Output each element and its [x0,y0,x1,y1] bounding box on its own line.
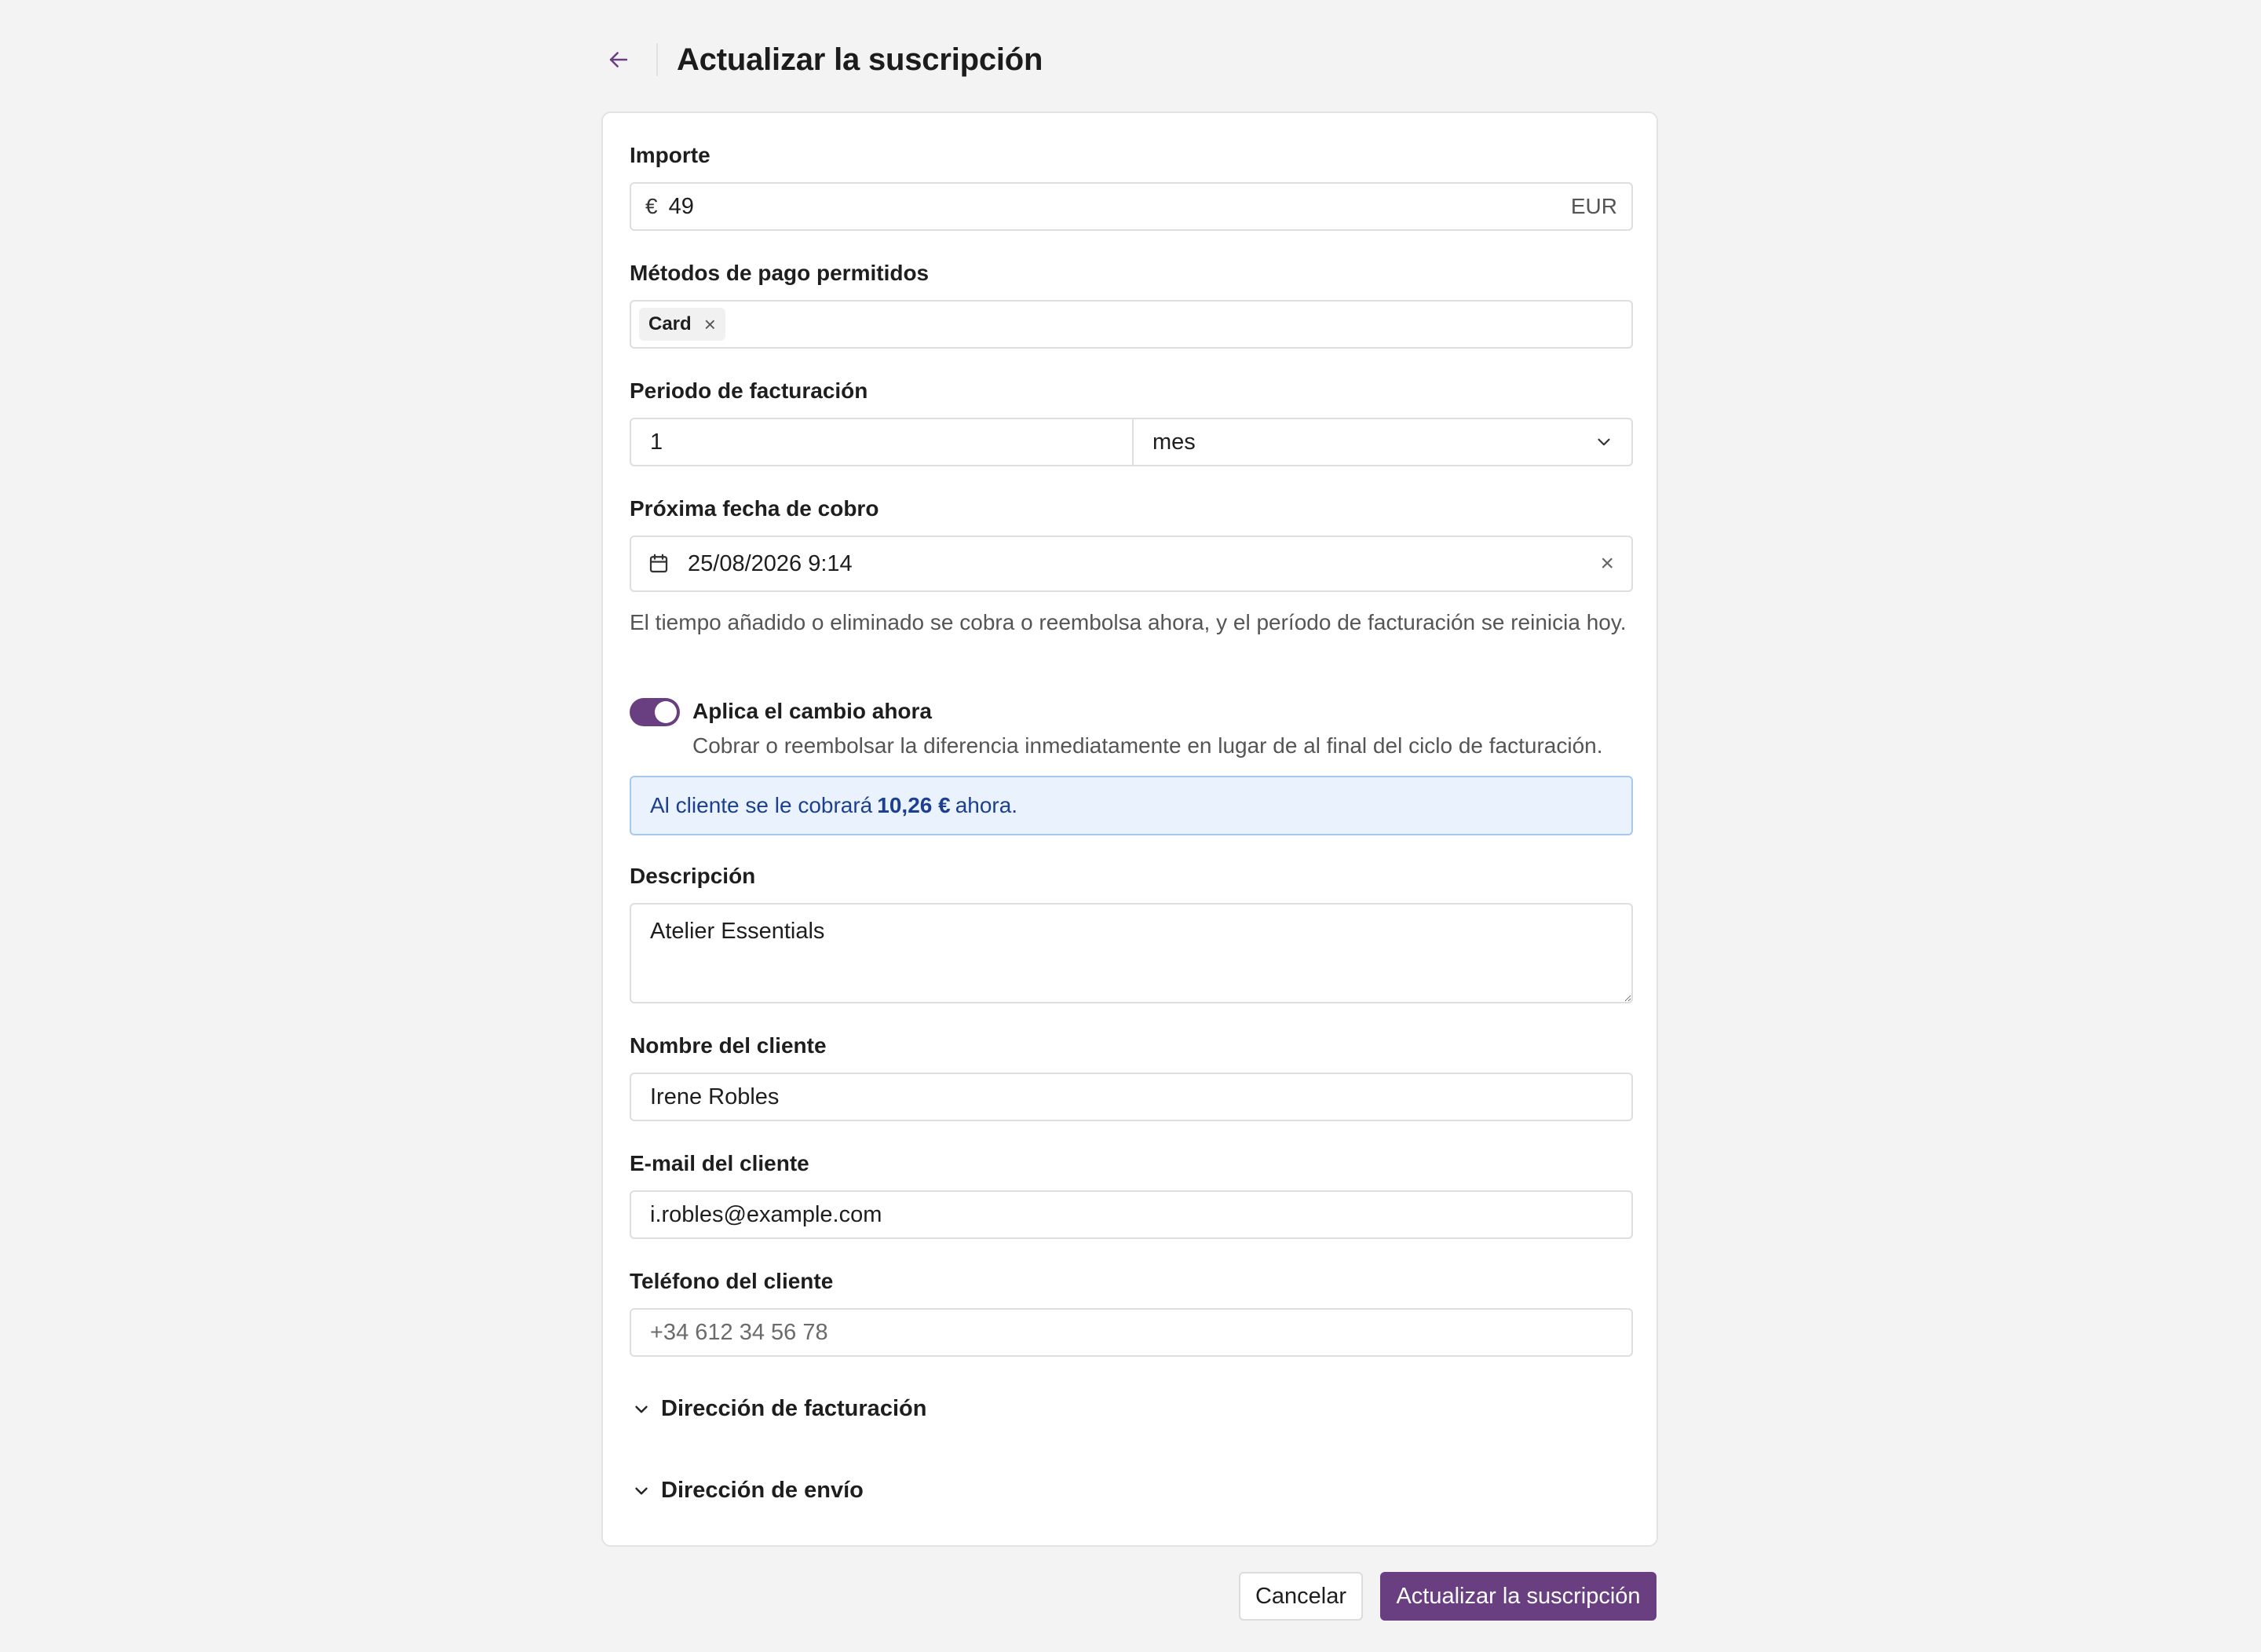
back-button[interactable] [603,44,634,75]
customer-name-input[interactable] [631,1074,1631,1120]
billing-period-unit: mes [1152,429,1196,455]
shipping-address-label: Dirección de envío [661,1478,864,1503]
customer-phone-input[interactable] [631,1310,1631,1355]
description-label: Descripción [630,864,756,888]
customer-phone-field [630,1308,1633,1357]
description-textarea[interactable]: Atelier Essentials [630,903,1633,1003]
customer-email-field [630,1190,1633,1239]
billing-reset-help-text: El tiempo añadido o eliminado se cobra o… [630,610,1627,634]
chip-label: Card [648,313,692,334]
subscription-form-card: Importe € 49 EUR Métodos de pago permiti… [601,111,1658,1547]
payment-method-chip: Card × [639,308,725,341]
chevron-down-icon [635,1405,648,1413]
customer-name-label: Nombre del cliente [630,1033,827,1058]
shipping-address-toggle[interactable]: Dirección de envío [631,1478,864,1504]
billing-period-unit-select[interactable]: mes [1134,419,1631,465]
payment-methods-field[interactable]: Card × [630,300,1633,349]
currency-code: EUR [1570,194,1617,218]
chip-remove-icon[interactable]: × [704,312,716,337]
update-subscription-button[interactable]: Actualizar la suscripción [1380,1572,1656,1621]
payment-methods-label: Métodos de pago permitidos [630,261,930,285]
billing-address-toggle[interactable]: Dirección de facturación [631,1396,926,1422]
page-title: Actualizar la suscripción [677,42,1043,77]
amount-label: Importe [630,143,710,167]
notice-suffix: ahora. [955,793,1018,817]
amount-value[interactable]: 49 [669,194,1571,220]
amount-field[interactable]: € 49 EUR [630,182,1633,231]
billing-period-label: Periodo de facturación [630,378,868,403]
customer-phone-label: Teléfono del cliente [630,1269,834,1293]
charge-notice: Al cliente se le cobrará 10,26 € ahora. [630,776,1633,835]
page-header: Actualizar la suscripción [601,35,1043,85]
calendar-icon [649,554,668,573]
apply-now-toggle[interactable] [630,698,680,726]
chevron-down-icon [635,1487,648,1494]
next-charge-date-value: 25/08/2026 9:14 [688,550,853,576]
billing-period-count-input[interactable]: 1 [631,419,1134,465]
billing-address-label: Dirección de facturación [661,1396,927,1421]
apply-now-label: Aplica el cambio ahora [692,699,932,723]
arrow-left-icon [609,52,628,68]
notice-amount: 10,26 € [877,793,951,817]
billing-period-field: 1 mes [630,418,1633,466]
billing-period-count: 1 [650,429,663,455]
customer-email-label: E-mail del cliente [630,1151,809,1175]
customer-email-input[interactable] [631,1192,1631,1237]
toggle-knob [655,701,677,723]
header-divider [656,43,658,76]
chevron-down-icon [1594,432,1614,452]
apply-now-description: Cobrar o reembolsar la diferencia inmedi… [692,733,1603,758]
clear-icon[interactable]: × [1600,550,1614,577]
customer-name-field [630,1073,1633,1121]
notice-prefix: Al cliente se le cobrará [650,793,873,817]
cancel-button[interactable]: Cancelar [1239,1572,1363,1621]
next-charge-label: Próxima fecha de cobro [630,496,879,521]
currency-symbol: € [645,194,658,218]
next-charge-date-field[interactable]: 25/08/2026 9:14 × [630,535,1633,592]
